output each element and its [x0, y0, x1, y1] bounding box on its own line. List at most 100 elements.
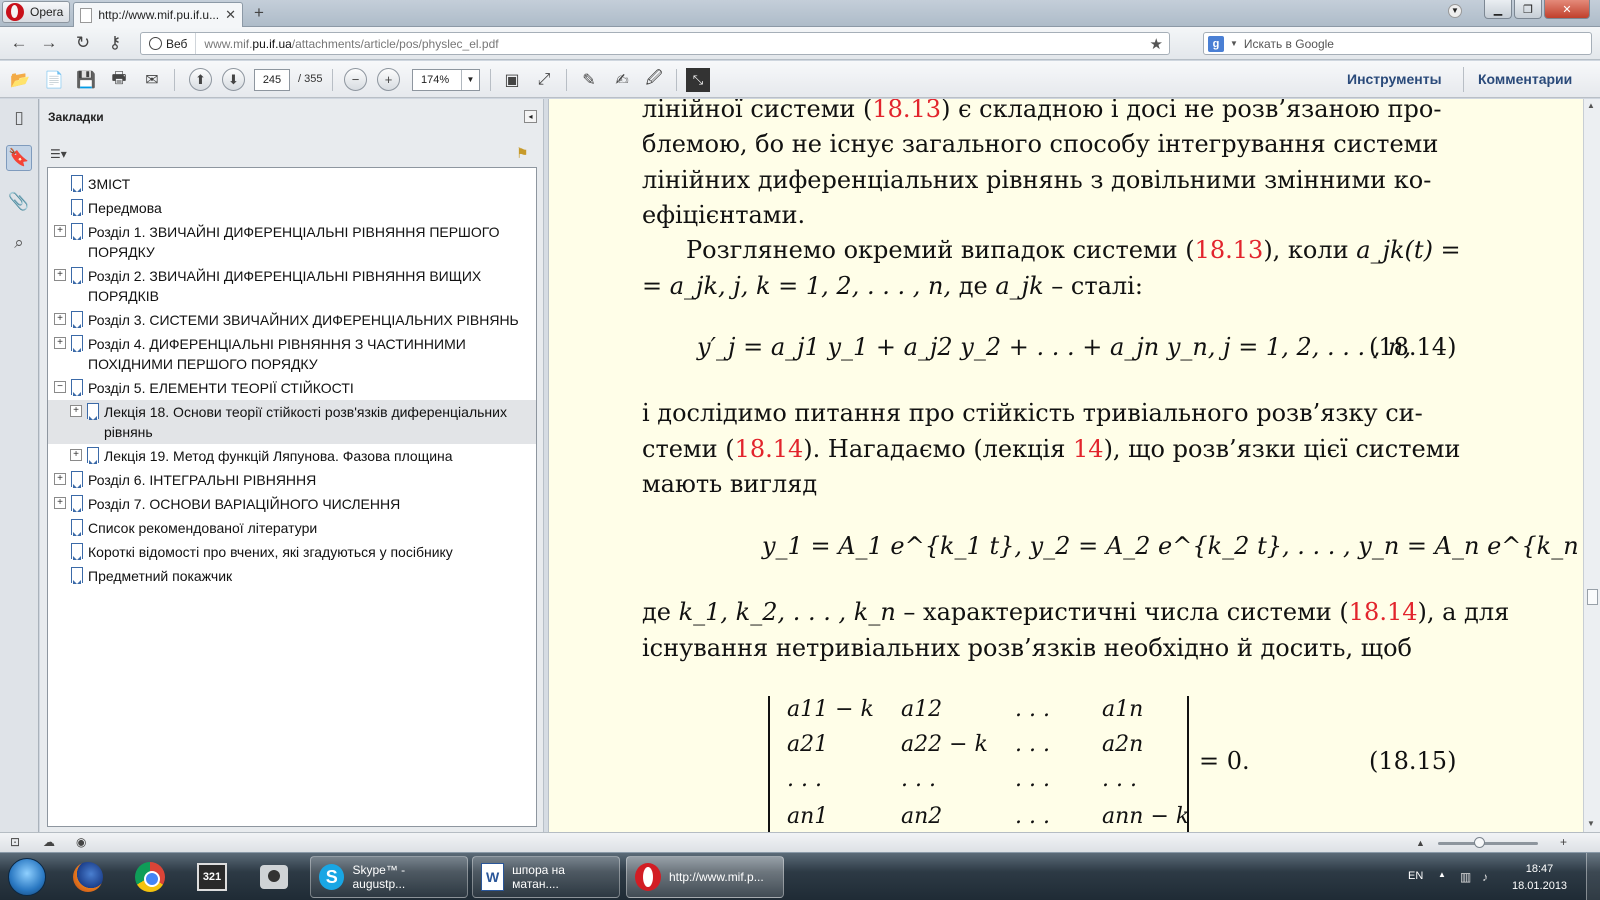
- email-icon[interactable]: ✉: [140, 68, 164, 92]
- previous-page-icon[interactable]: ⬆: [189, 68, 212, 91]
- media-player-icon[interactable]: 321: [188, 857, 236, 897]
- clock[interactable]: 18:47 18.01.2013: [1512, 861, 1567, 895]
- scroll-down-icon[interactable]: ▼: [1587, 819, 1595, 828]
- bookmark-item[interactable]: + Розділ 7. ОСНОВИ ВАРІАЦІЙНОГО ЧИСЛЕННЯ: [48, 492, 536, 516]
- forward-arrow-icon[interactable]: →: [38, 33, 60, 53]
- document-viewport[interactable]: лінійної системи (18.13) є складною і до…: [549, 99, 1583, 832]
- taskbar-item-opera[interactable]: http://www.mif.p...: [626, 856, 784, 898]
- scrollbar-thumb[interactable]: [1587, 589, 1598, 605]
- minimize-button[interactable]: ▁: [1484, 0, 1512, 19]
- settings-icon[interactable]: ◉: [76, 835, 86, 849]
- zoom-out-icon[interactable]: −: [344, 68, 367, 91]
- new-tab-button[interactable]: +: [250, 4, 268, 22]
- equation-reference-link[interactable]: 18.14: [1349, 598, 1418, 626]
- browser-tab[interactable]: http://www.mif.pu.if.u... ✕: [73, 2, 243, 27]
- print-icon[interactable]: 🖶: [107, 68, 131, 92]
- show-desktop-button[interactable]: [1586, 853, 1600, 900]
- restore-button[interactable]: ❐: [1514, 0, 1542, 19]
- expand-icon[interactable]: +: [70, 405, 82, 417]
- bookmark-item[interactable]: Короткі відомості про вчених, які згадую…: [48, 540, 536, 564]
- find-icon[interactable]: ⌕: [6, 230, 32, 256]
- bookmark-item[interactable]: + Розділ 1. ЗВИЧАЙНІ ДИФЕРЕНЦІАЛЬНІ РІВНЯ…: [48, 220, 536, 264]
- create-pdf-icon[interactable]: 📂: [8, 68, 32, 92]
- bookmark-item[interactable]: + Розділ 6. ІНТЕГРАЛЬНІ РІВНЯННЯ: [48, 468, 536, 492]
- show-hidden-icons-icon[interactable]: ▲: [1438, 870, 1446, 879]
- lecture-reference-link[interactable]: 14: [1073, 435, 1104, 463]
- page-total: / 355: [298, 73, 323, 85]
- cloud-icon[interactable]: ☁: [43, 835, 55, 849]
- collapse-icon[interactable]: −: [54, 381, 66, 393]
- fit-page-icon[interactable]: ▣: [500, 68, 524, 92]
- bookmark-item[interactable]: ЗМІСТ: [48, 172, 536, 196]
- vertical-scrollbar[interactable]: ▲ ▼: [1583, 99, 1600, 832]
- bookmark-item[interactable]: Передмова: [48, 196, 536, 220]
- bookmark-item[interactable]: Список рекомендованої літератури: [48, 516, 536, 540]
- collapse-panel-icon[interactable]: ◂: [524, 110, 537, 123]
- close-tab-icon[interactable]: ✕: [225, 7, 236, 23]
- page-number-input[interactable]: 245: [254, 69, 290, 91]
- firefox-icon[interactable]: [64, 857, 112, 897]
- expand-icon[interactable]: +: [54, 269, 66, 281]
- attachments-icon[interactable]: 📎: [6, 189, 32, 215]
- scroll-up-icon[interactable]: ▲: [1587, 101, 1595, 110]
- close-window-button[interactable]: ✕: [1544, 0, 1590, 19]
- tab-menu-icon[interactable]: ▼: [1448, 4, 1462, 18]
- address-scheme-badge[interactable]: Веб: [141, 33, 197, 54]
- expand-icon[interactable]: +: [54, 337, 66, 349]
- fit-width-icon[interactable]: ⤢: [532, 68, 556, 92]
- equation-reference-link[interactable]: 18.14: [735, 435, 804, 463]
- comments-pane-link[interactable]: Комментарии: [1478, 71, 1572, 87]
- bookmark-item[interactable]: Предметний покажчик: [48, 564, 536, 588]
- taskbar-item-skype[interactable]: S Skype™ - augustp...: [310, 856, 468, 898]
- expand-icon[interactable]: +: [54, 497, 66, 509]
- bookmark-item[interactable]: + Лекція 19. Метод функцій Ляпунова. Фазо…: [48, 444, 536, 468]
- bookmarks-panel-icon[interactable]: 🔖: [6, 145, 32, 171]
- back-arrow-icon[interactable]: ←: [8, 33, 30, 53]
- zoom-slider-knob[interactable]: [1474, 837, 1485, 848]
- google-search-icon[interactable]: g: [1208, 35, 1224, 52]
- page-thumbnails-icon[interactable]: ▯: [6, 105, 32, 131]
- next-page-icon[interactable]: ⬇: [222, 68, 245, 91]
- camera-icon[interactable]: [250, 857, 298, 897]
- expand-icon[interactable]: +: [54, 225, 66, 237]
- taskbar-item-word[interactable]: W шпора на матан....: [472, 856, 620, 898]
- reload-icon[interactable]: ↻: [72, 33, 94, 53]
- search-engine-dropdown-icon[interactable]: ▼: [1230, 39, 1238, 48]
- zoom-slider[interactable]: [1438, 842, 1538, 845]
- bookmark-star-icon[interactable]: ★: [1150, 35, 1163, 53]
- save-icon[interactable]: 💾: [74, 68, 98, 92]
- zoom-in-plus-icon[interactable]: +: [1560, 835, 1567, 849]
- tools-pane-link[interactable]: Инструменты: [1347, 71, 1442, 87]
- bookmark-item[interactable]: + Розділ 2. ЗВИЧАЙНІ ДИФЕРЕНЦІАЛЬНІ РІВНЯ…: [48, 264, 536, 308]
- equation-reference-link[interactable]: 18.13: [1195, 236, 1264, 264]
- key-icon[interactable]: ⚷: [104, 33, 126, 53]
- zoom-out-arrow-icon[interactable]: ▲: [1416, 838, 1425, 848]
- chevron-down-icon[interactable]: ▼: [461, 70, 479, 90]
- sign-icon[interactable]: ✍: [610, 68, 634, 92]
- share-file-icon[interactable]: 📄: [42, 68, 66, 92]
- zoom-in-icon[interactable]: +: [377, 68, 400, 91]
- opera-menu-button[interactable]: Opera: [2, 1, 70, 23]
- chrome-icon[interactable]: [126, 857, 174, 897]
- zoom-select[interactable]: 174% ▼: [412, 69, 480, 91]
- start-button[interactable]: [8, 858, 46, 896]
- search-field[interactable]: g ▼ Искать в Google: [1203, 32, 1592, 55]
- volume-icon[interactable]: ♪: [1482, 870, 1488, 884]
- bookmark-item[interactable]: − Розділ 5. ЕЛЕМЕНТИ ТЕОРІЇ СТІЙКОСТІ: [48, 376, 536, 400]
- full-screen-icon[interactable]: ⤡: [686, 68, 710, 92]
- expand-icon[interactable]: +: [54, 313, 66, 325]
- comment-icon[interactable]: ✎: [577, 68, 601, 92]
- language-indicator[interactable]: EN: [1408, 870, 1423, 882]
- address-field[interactable]: Веб www.mif.pu.if.ua/attachments/article…: [140, 32, 1170, 55]
- bookmark-options-icon[interactable]: ☰▾: [50, 147, 76, 163]
- highlight-icon[interactable]: 🖉: [642, 68, 666, 92]
- bookmark-item[interactable]: + Розділ 3. СИСТЕМИ ЗВИЧАЙНИХ ДИФЕРЕНЦІАЛ…: [48, 308, 536, 332]
- expand-icon[interactable]: +: [70, 449, 82, 461]
- find-bookmark-icon[interactable]: ⚑: [516, 145, 536, 163]
- network-icon[interactable]: ▥: [1460, 870, 1471, 884]
- expand-icon[interactable]: +: [54, 473, 66, 485]
- equation-reference-link[interactable]: 18.13: [872, 99, 941, 123]
- hide-panel-icon[interactable]: ⊡: [10, 835, 20, 849]
- bookmark-item[interactable]: + Лекція 18. Основи теорії стійкості розв…: [48, 400, 536, 444]
- bookmark-item[interactable]: + Розділ 4. ДИФЕРЕНЦІАЛЬНІ РІВНЯННЯ З ЧАС…: [48, 332, 536, 376]
